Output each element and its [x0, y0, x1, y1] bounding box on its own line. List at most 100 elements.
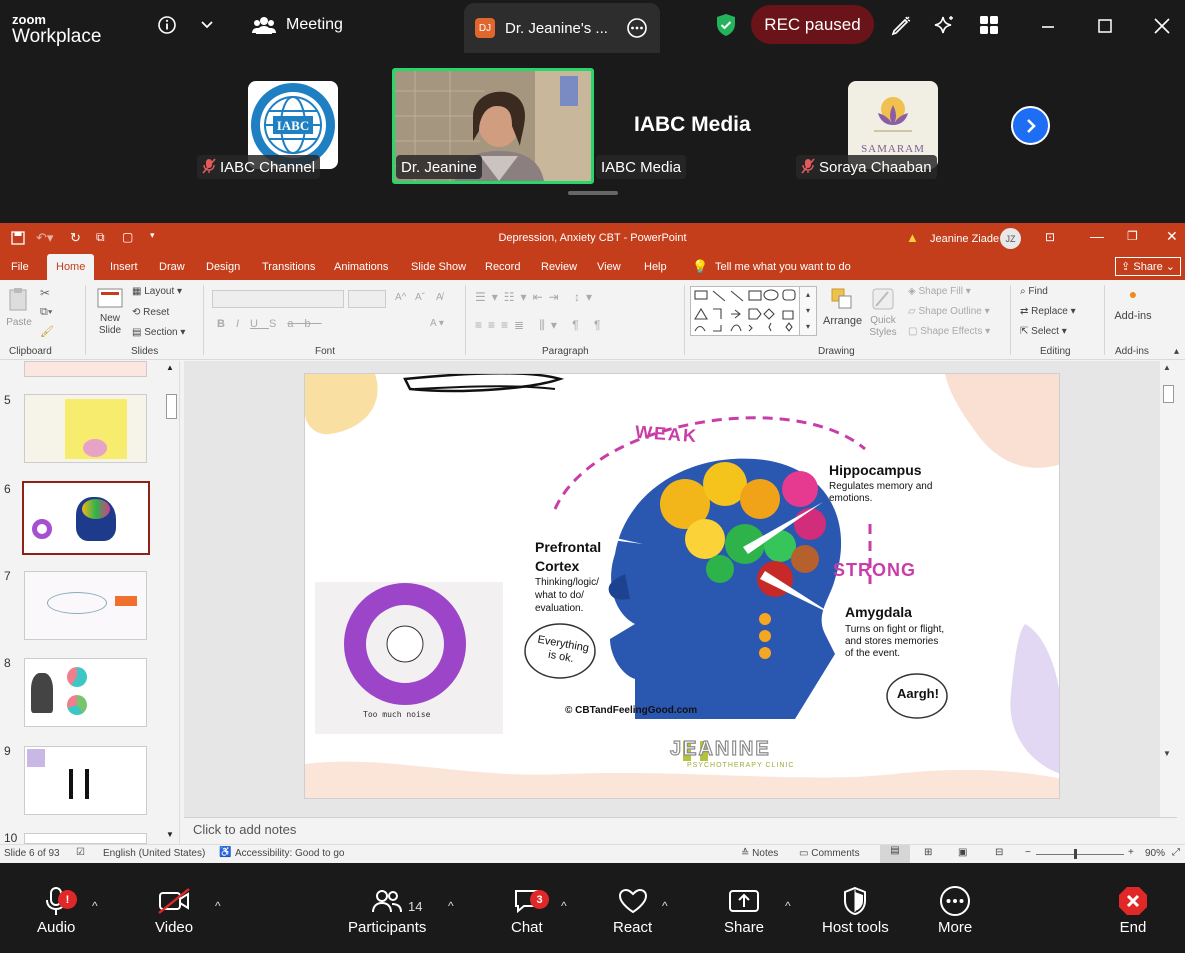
ribbon-display-icon[interactable]: ⊡	[1045, 230, 1055, 244]
reset-button[interactable]: ⟲ Reset	[132, 307, 169, 318]
alignment-icons[interactable]: ≡≡≡≣ ⫼▾ ¶ ¶	[475, 318, 607, 333]
fit-to-window-icon[interactable]: ⤢	[1172, 847, 1180, 858]
zoom-in-icon[interactable]: +	[1128, 847, 1134, 858]
shape-outline-button[interactable]: ▱ Shape Outline ▾	[908, 306, 990, 317]
tab-transitions[interactable]: Transitions	[262, 261, 315, 273]
share-options-caret-icon[interactable]: ^	[785, 899, 791, 913]
bullets-icons[interactable]: ☰▾☷▾⇤⇥ ↕▾	[475, 290, 598, 304]
thumbnails-scrollbar[interactable]: ▲ ▼	[163, 361, 180, 844]
gallery-resize-handle[interactable]	[568, 191, 618, 195]
slide-thumbnail[interactable]	[24, 361, 147, 377]
zoom-slider-thumb[interactable]	[1074, 849, 1077, 859]
tab-insert[interactable]: Insert	[110, 261, 138, 273]
quick-styles-button[interactable]: Quick Styles	[864, 286, 902, 339]
host-tools-button[interactable]: Host tools	[822, 883, 889, 936]
recording-status-button[interactable]: REC paused	[751, 5, 874, 44]
tab-draw[interactable]: Draw	[159, 261, 185, 273]
section-button[interactable]: ▤ Section ▾	[132, 327, 185, 338]
ppt-restore-icon[interactable]: ❐	[1127, 229, 1138, 243]
shrink-font-icon[interactable]: Aˇ	[415, 292, 425, 303]
shapes-gallery[interactable]	[690, 286, 816, 336]
ppt-share-button[interactable]: ⇪ Share ⌄	[1115, 257, 1181, 276]
scroll-down-icon[interactable]: ▼	[1163, 749, 1171, 758]
zoom-out-icon[interactable]: −	[1025, 847, 1031, 858]
tab-design[interactable]: Design	[206, 261, 240, 273]
audio-options-caret-icon[interactable]: ^	[92, 899, 98, 913]
copy-icon[interactable]: ⧉▾	[40, 306, 52, 319]
font-size-dropdown[interactable]	[348, 290, 386, 308]
accessibility-status[interactable]: Accessibility: Good to go	[235, 848, 345, 859]
slide-thumbnail-5[interactable]	[24, 394, 147, 463]
paste-button[interactable]: Paste	[6, 286, 32, 328]
meeting-menu-button[interactable]: Meeting	[252, 15, 343, 35]
encryption-shield-icon[interactable]	[715, 13, 737, 37]
user-avatar[interactable]: JZ	[1000, 228, 1021, 249]
chevron-down-icon[interactable]	[199, 16, 215, 38]
participant-tile-iabc-media-text[interactable]: IABC Media	[634, 113, 751, 137]
tab-file[interactable]: File	[11, 261, 29, 273]
tab-help[interactable]: Help	[644, 261, 667, 273]
find-button[interactable]: ⌕ Find	[1020, 286, 1048, 297]
apps-grid-icon[interactable]	[978, 14, 1000, 42]
tell-me-search[interactable]: Tell me what you want to do	[715, 261, 851, 273]
annotate-pen-icon[interactable]	[889, 14, 913, 44]
arrange-button[interactable]: Arrange	[823, 286, 862, 327]
tab-home[interactable]: Home	[47, 254, 95, 280]
comments-toggle[interactable]: ▭ Comments	[799, 848, 860, 859]
grow-font-icon[interactable]: A^	[395, 292, 406, 303]
ai-companion-sparkle-icon[interactable]	[932, 14, 956, 44]
react-options-caret-icon[interactable]: ^	[662, 899, 668, 913]
shared-screen-tab[interactable]: DJ Dr. Jeanine's ...	[464, 3, 660, 53]
slideshow-view-icon[interactable]: ⊟	[995, 847, 1003, 858]
ppt-minimize-icon[interactable]: —	[1090, 228, 1104, 244]
tab-view[interactable]: View	[597, 261, 621, 273]
new-slide-button[interactable]: New Slide	[94, 286, 126, 337]
scrollbar-thumb[interactable]	[1163, 385, 1174, 403]
next-page-button[interactable]	[1011, 106, 1050, 145]
video-button[interactable]: Video	[155, 883, 193, 936]
zoom-slider[interactable]	[1036, 849, 1124, 859]
current-slide[interactable]: WEAK STRONG Hippocampus Regulates memory…	[304, 373, 1060, 799]
scroll-down-icon[interactable]: ▼	[166, 830, 174, 839]
select-button[interactable]: ⇱ Select ▾	[1020, 326, 1067, 337]
participants-options-caret-icon[interactable]: ^	[448, 899, 454, 913]
slide-thumbnail-7[interactable]	[24, 571, 147, 640]
zoom-level[interactable]: 90%	[1145, 848, 1165, 859]
ppt-close-icon[interactable]: ✕	[1166, 228, 1178, 245]
slide-area-scrollbar[interactable]: ▲ ▼	[1160, 361, 1177, 817]
shape-fill-button[interactable]: ◈ Shape Fill ▾	[908, 286, 971, 297]
tab-animations[interactable]: Animations	[334, 261, 388, 273]
font-color-icon[interactable]: A ▾	[430, 318, 444, 329]
tab-slide-show[interactable]: Slide Show	[411, 261, 466, 273]
scroll-up-icon[interactable]: ▲	[166, 363, 174, 372]
normal-view-icon[interactable]: ▤	[880, 845, 910, 863]
close-window-icon[interactable]	[1153, 17, 1171, 41]
scrollbar-thumb[interactable]	[166, 394, 177, 419]
replace-button[interactable]: ⇄ Replace ▾	[1020, 306, 1076, 317]
slide-thumbnail-8[interactable]	[24, 658, 147, 727]
slide-thumbnail-10[interactable]	[24, 833, 147, 844]
spell-check-icon[interactable]: ☑	[76, 847, 85, 858]
video-options-caret-icon[interactable]: ^	[215, 899, 221, 913]
react-button[interactable]: React	[613, 883, 652, 936]
format-painter-icon[interactable]: 🖌	[40, 325, 54, 338]
more-button[interactable]: More	[938, 883, 972, 936]
scroll-up-icon[interactable]: ▲	[1163, 363, 1171, 372]
tab-review[interactable]: Review	[541, 261, 577, 273]
add-ins-button[interactable]: ● Add-ins	[1112, 286, 1154, 322]
info-icon[interactable]	[157, 15, 177, 41]
slide-thumbnail-6-selected[interactable]	[22, 481, 150, 555]
shape-effects-button[interactable]: ▢ Shape Effects ▾	[908, 326, 990, 337]
more-options-icon[interactable]	[626, 17, 648, 39]
shapes-gallery-scroll[interactable]: ▴ ▾ ▾	[799, 286, 817, 336]
notes-pane[interactable]: Click to add notes	[184, 817, 1177, 844]
collapse-ribbon-icon[interactable]: ▴	[1174, 346, 1179, 357]
minimize-window-icon[interactable]	[1040, 18, 1056, 40]
language-indicator[interactable]: English (United States)	[103, 848, 205, 859]
clear-format-icon[interactable]: A̸	[436, 292, 443, 303]
tab-record[interactable]: Record	[485, 261, 520, 273]
cut-icon[interactable]: ✂	[40, 286, 50, 300]
slide-sorter-icon[interactable]: ⊞	[924, 847, 932, 858]
notes-toggle[interactable]: ≙ Notes	[741, 848, 778, 859]
reading-view-icon[interactable]: ▣	[958, 847, 967, 858]
